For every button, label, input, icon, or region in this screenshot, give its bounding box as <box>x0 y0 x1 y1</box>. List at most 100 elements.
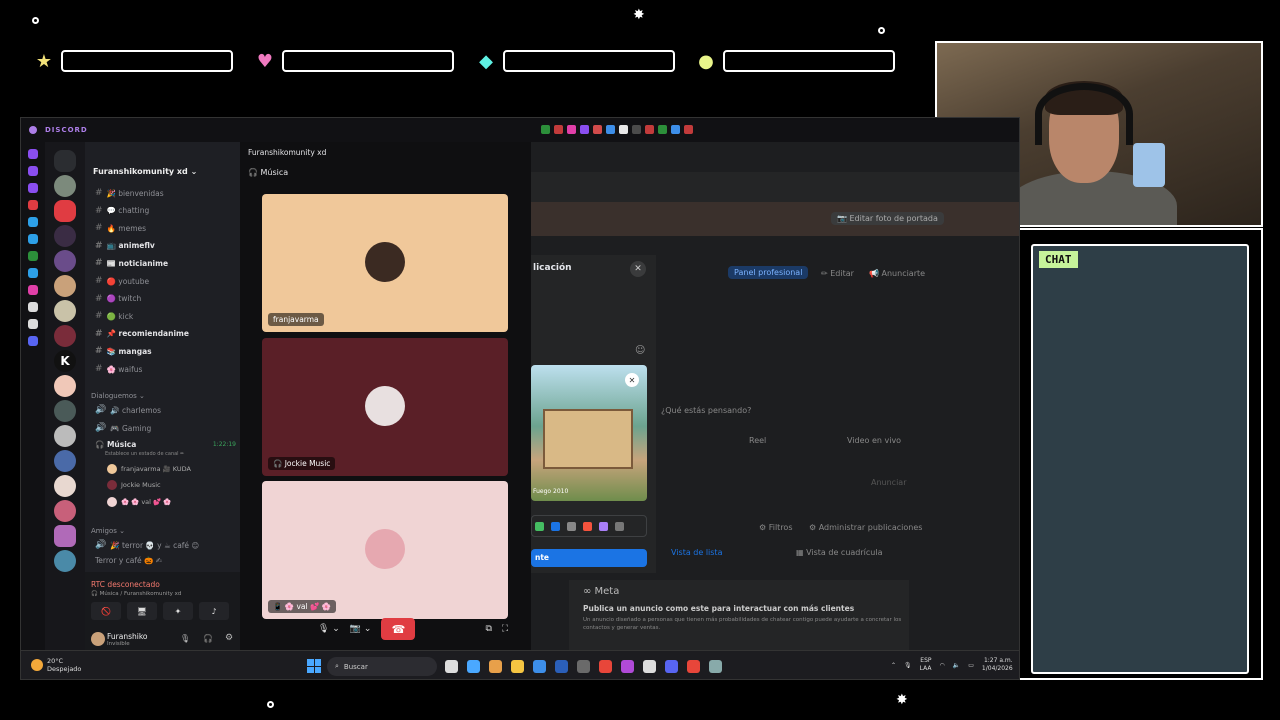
voice-channel-active[interactable]: 🎧 Música 1:22:19 <box>95 440 236 449</box>
server-icon[interactable] <box>54 175 76 197</box>
edit-button[interactable]: ✏ Editar <box>821 269 854 278</box>
soundboard-button[interactable]: ♪ <box>199 602 229 620</box>
rail-icon[interactable] <box>28 183 38 193</box>
rail-icon[interactable] <box>28 251 38 261</box>
camera-button[interactable]: 📷 ⌄ <box>350 624 372 634</box>
server-icon[interactable] <box>54 450 76 472</box>
ext-icon[interactable] <box>541 125 550 134</box>
participant-tile[interactable]: 🎧 Jockie Music <box>262 338 508 476</box>
youtube-server-icon[interactable] <box>54 200 76 222</box>
submit-button[interactable]: nte <box>531 549 647 567</box>
hangup-button[interactable]: ☎ <box>381 618 416 640</box>
server-icon[interactable] <box>54 475 76 497</box>
participant-tile[interactable]: franjavarma <box>262 194 508 332</box>
battery-icon[interactable]: ▭ <box>968 662 974 669</box>
text-channel[interactable]: # 💬 chatting <box>95 206 149 216</box>
server-icon[interactable] <box>54 425 76 447</box>
text-channel[interactable]: # 📰 noticianime <box>95 258 168 268</box>
screen-share-button[interactable]: 🖥 <box>127 602 157 620</box>
filters-button[interactable]: ⚙ Filtros <box>759 523 793 532</box>
feeling-icon[interactable] <box>599 521 608 531</box>
fullscreen-icon[interactable]: ⛶ <box>502 624 508 634</box>
participant-tile[interactable]: 📱 🌸 val 💕 🌸 <box>262 481 508 619</box>
post-placeholder[interactable]: ¿Qué estás pensando? <box>661 406 751 415</box>
windows-start-icon[interactable] <box>307 659 321 673</box>
close-icon[interactable]: ✕ <box>630 261 646 277</box>
text-channel[interactable]: # 🎉 bienvenidas <box>95 188 164 198</box>
app-icon[interactable] <box>467 660 480 673</box>
tag-people-icon[interactable] <box>551 521 560 531</box>
ad-button[interactable]: 📢 Anunciarte <box>869 269 925 278</box>
ext-icon[interactable] <box>580 125 589 134</box>
category-friends[interactable]: Amigos ⌄ <box>91 527 125 535</box>
ext-icon[interactable] <box>567 125 576 134</box>
app-icon[interactable] <box>709 660 722 673</box>
mic-icon[interactable]: 🎙 <box>180 634 190 643</box>
popout-icon[interactable]: ⧉ <box>485 624 491 634</box>
friends-channel[interactable]: Terror y café 🎃 ✍ <box>95 556 162 565</box>
ext-icon[interactable] <box>606 125 615 134</box>
chrome-icon[interactable] <box>599 660 612 673</box>
app-icon[interactable] <box>621 660 634 673</box>
text-channel[interactable]: # 🔥 memes <box>95 223 146 233</box>
server-icon[interactable] <box>54 250 76 272</box>
text-channel[interactable]: # 📺 animeflv <box>95 241 155 251</box>
activities-button[interactable]: ✦ <box>163 602 193 620</box>
file-explorer-icon[interactable] <box>511 660 524 673</box>
server-icon[interactable] <box>54 500 76 522</box>
app-icon[interactable] <box>643 660 656 673</box>
server-icon[interactable] <box>54 275 76 297</box>
reel-button[interactable]: Reel <box>749 436 766 445</box>
discord-taskbar-icon[interactable] <box>665 660 678 673</box>
ext-icon[interactable] <box>684 125 693 134</box>
ext-icon[interactable] <box>645 125 654 134</box>
camera-off-button[interactable]: 🚫 <box>91 602 121 620</box>
panel-button[interactable]: Panel profesional <box>728 266 809 279</box>
rail-icon[interactable] <box>28 166 38 176</box>
ext-icon[interactable] <box>619 125 628 134</box>
kick-server-icon[interactable]: K <box>54 350 76 372</box>
text-channel[interactable]: # 📚 mangas <box>95 346 152 356</box>
rtc-status[interactable]: RTC desconectado <box>91 580 160 589</box>
ext-icon[interactable] <box>593 125 602 134</box>
server-icon[interactable] <box>54 325 76 347</box>
more-icon[interactable] <box>615 521 624 531</box>
grid-view-tab[interactable]: ▦ Vista de cuadrícula <box>796 548 882 557</box>
rail-icon[interactable] <box>28 217 38 227</box>
server-icon[interactable] <box>54 375 76 397</box>
server-icon[interactable] <box>54 300 76 322</box>
ext-icon[interactable] <box>632 125 641 134</box>
server-icon[interactable] <box>54 525 76 547</box>
remove-image-icon[interactable]: ✕ <box>625 373 639 387</box>
rail-icon[interactable] <box>28 302 38 312</box>
user-avatar[interactable] <box>91 632 105 646</box>
ext-icon[interactable] <box>658 125 667 134</box>
rail-icon[interactable] <box>28 234 38 244</box>
taskbar-search[interactable]: ⌕ Buscar <box>327 657 437 676</box>
live-button[interactable]: Video en vivo <box>847 436 901 445</box>
video-icon[interactable] <box>567 521 576 531</box>
mic-button[interactable]: 🎙 ⌄ <box>318 624 340 634</box>
app-icon[interactable] <box>687 660 700 673</box>
rail-icon[interactable] <box>28 285 38 295</box>
app-icon[interactable] <box>577 660 590 673</box>
voice-member[interactable]: 🌸 🌸 val 💕 🌸 <box>107 497 171 507</box>
voice-member[interactable]: franjavarma 🎥 KUDA <box>107 464 191 474</box>
server-icon[interactable] <box>54 400 76 422</box>
voice-channel-gaming[interactable]: 🔊 🎮 Gaming <box>95 423 151 433</box>
clock[interactable]: 1:27 a.m. 1/04/2026 <box>982 657 1013 673</box>
text-channel[interactable]: # 📌 recomiendanime <box>95 329 189 339</box>
discord-home-icon[interactable] <box>54 150 76 172</box>
rail-icon[interactable] <box>28 149 38 159</box>
settings-gear-icon[interactable]: ⚙ <box>225 633 233 643</box>
voice-member[interactable]: Jockie Music <box>107 480 161 490</box>
list-view-tab[interactable]: Vista de lista <box>671 548 722 557</box>
text-channel[interactable]: # 🔴 youtube <box>95 276 149 286</box>
rail-icon[interactable] <box>28 319 38 329</box>
category-dialogues[interactable]: Dialoguemos ⌄ <box>91 392 145 400</box>
text-channel[interactable]: # 🟣 twitch <box>95 294 141 304</box>
edge-icon[interactable] <box>533 660 546 673</box>
ext-icon[interactable] <box>671 125 680 134</box>
channel-status-hint[interactable]: Establece un estado de canal ✏ <box>105 451 184 457</box>
chevron-up-icon[interactable]: ⌃ <box>891 662 896 669</box>
